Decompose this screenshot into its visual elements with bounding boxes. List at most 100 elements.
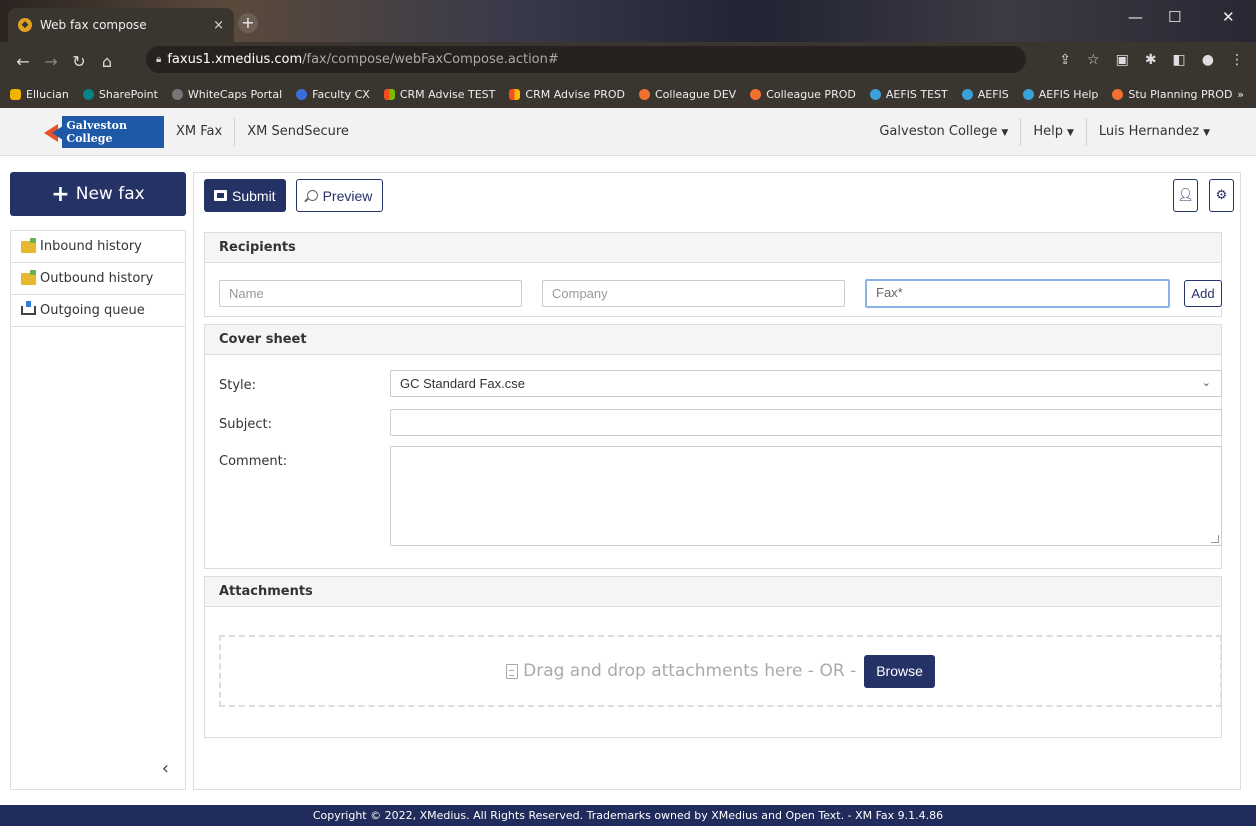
bookmark-sharepoint[interactable]: SharePoint	[82, 88, 158, 101]
galveston-college-logo[interactable]: Galveston College	[44, 115, 164, 148]
colleague-icon	[750, 88, 762, 100]
sidebar-item-outbound-history[interactable]: Outbound history	[11, 263, 185, 295]
aefis-icon	[869, 88, 881, 100]
url-path: /fax/compose/webFaxCompose.action#	[302, 52, 559, 67]
nav-xm-sendsecure[interactable]: XM SendSecure	[235, 118, 361, 146]
bookmark-colleague-prod[interactable]: Colleague PROD	[750, 88, 856, 101]
colleague-icon	[638, 88, 650, 100]
inbox-folder-icon	[21, 237, 36, 253]
submit-fax-icon	[214, 190, 227, 201]
side-panel-icon[interactable]: ◧	[1173, 52, 1186, 68]
browser-address-bar: ← → ↻ ⌂ 🔒︎ faxus1.xmedius.com /fax/compo…	[0, 42, 1256, 80]
document-icon	[506, 663, 519, 679]
new-fax-button[interactable]: + New fax	[10, 172, 186, 216]
sharepoint-icon	[82, 88, 94, 100]
lock-icon: 🔒︎	[156, 54, 162, 65]
profile-avatar-icon[interactable]: ●	[1202, 52, 1214, 68]
logo-text: Galveston College	[62, 115, 164, 148]
recipient-fax-input[interactable]: Fax*	[865, 279, 1170, 308]
colleague-icon	[1112, 88, 1124, 100]
recipient-company-input[interactable]: Company	[542, 280, 845, 307]
extension-icon[interactable]: ▣	[1116, 52, 1129, 68]
submit-button[interactable]: Submit	[204, 179, 286, 212]
more-bookmarks-icon[interactable]: »	[1237, 88, 1244, 101]
bookmarks-bar: Ellucian SharePoint WhiteCaps Portal Fac…	[0, 80, 1256, 108]
dropzone-text: Drag and drop attachments here - OR -	[523, 661, 857, 681]
url-host: faxus1.xmedius.com	[167, 52, 303, 67]
close-tab-icon[interactable]: ×	[213, 18, 224, 33]
browser-tab-title: Web fax compose	[40, 18, 147, 32]
globe-icon	[171, 88, 183, 100]
bookmark-stu-planning-prod[interactable]: Stu Planning PROD	[1112, 88, 1232, 101]
compose-panel: Submit Preview 👤︎ ⚙ Recipients Name Comp…	[193, 172, 1241, 790]
sidebar-item-inbound-history[interactable]: Inbound history	[11, 231, 185, 263]
bookmark-folder-icon	[10, 88, 21, 100]
collapse-sidebar-icon[interactable]: ‹	[162, 758, 169, 779]
address-book-button[interactable]: 👤︎	[1173, 179, 1198, 212]
forward-arrow-icon[interactable]: →	[38, 52, 64, 71]
bookmark-colleague-dev[interactable]: Colleague DEV	[638, 88, 736, 101]
cover-sheet-panel: Cover sheet Style: GC Standard Fax.cse ⌄…	[204, 324, 1222, 569]
caret-down-icon: ▼	[1203, 128, 1210, 138]
contacts-icon: 👤︎	[1177, 188, 1194, 203]
header-nav: XM Fax XM SendSecure	[164, 117, 361, 146]
resize-grip-icon[interactable]	[1211, 535, 1219, 543]
faculty-cx-icon	[296, 88, 308, 100]
back-arrow-icon[interactable]: ←	[10, 52, 36, 71]
outbox-folder-icon	[21, 269, 36, 285]
xmedius-favicon-icon: ◆	[18, 18, 32, 32]
reload-icon[interactable]: ↻	[66, 52, 92, 71]
gear-icon: ⚙	[1215, 188, 1228, 203]
header-right-menu: Galveston College ▼ Help ▼ Luis Hernandez ▼	[867, 118, 1222, 146]
browser-tab[interactable]: ◆ Web fax compose ×	[8, 8, 234, 42]
microsoft-icon	[509, 88, 521, 100]
app-header: Galveston College XM Fax XM SendSecure G…	[0, 108, 1256, 156]
close-window-icon[interactable]: ✕	[1222, 8, 1235, 26]
bookmark-aefis-test[interactable]: AEFIS TEST	[869, 88, 948, 101]
bookmark-whitecaps-portal[interactable]: WhiteCaps Portal	[171, 88, 282, 101]
user-dropdown[interactable]: Luis Hernandez ▼	[1087, 118, 1222, 146]
bookmark-crm-advise-prod[interactable]: CRM Advise PROD	[509, 88, 625, 101]
aefis-icon	[1022, 88, 1034, 100]
minimize-window-icon[interactable]: —	[1128, 8, 1143, 26]
home-icon[interactable]: ⌂	[94, 52, 120, 71]
magnifier-icon	[306, 190, 318, 201]
bookmark-crm-advise-test[interactable]: CRM Advise TEST	[383, 88, 495, 101]
attachments-panel: Attachments Drag and drop attachments he…	[204, 576, 1222, 738]
subject-input[interactable]	[390, 409, 1222, 436]
caret-down-icon: ▼	[1001, 128, 1009, 138]
recipients-heading: Recipients	[205, 233, 1221, 263]
help-dropdown[interactable]: Help ▼	[1021, 118, 1087, 146]
microsoft-icon	[383, 88, 395, 100]
browser-menu-icon[interactable]: ⋮	[1230, 52, 1244, 68]
cover-style-select[interactable]: GC Standard Fax.cse ⌄	[390, 370, 1222, 397]
share-icon[interactable]: ⇪	[1059, 52, 1071, 68]
browse-button[interactable]: Browse	[864, 654, 935, 688]
bookmark-faculty-cx[interactable]: Faculty CX	[296, 88, 370, 101]
bookmark-ellucian[interactable]: Ellucian	[10, 88, 69, 101]
settings-button[interactable]: ⚙	[1209, 179, 1234, 212]
attachment-dropzone[interactable]: Drag and drop attachments here - OR - Br…	[219, 635, 1222, 707]
plus-icon: +	[51, 181, 70, 207]
add-recipient-button[interactable]: Add	[1184, 280, 1222, 307]
bookmark-star-icon[interactable]: ☆	[1087, 52, 1100, 68]
new-tab-button[interactable]: +	[238, 13, 258, 33]
url-field[interactable]: 🔒︎ faxus1.xmedius.com /fax/compose/webFa…	[146, 46, 1026, 73]
compose-toolbar: Submit Preview	[204, 179, 384, 212]
nav-xm-fax[interactable]: XM Fax	[164, 117, 236, 146]
attachments-heading: Attachments	[205, 577, 1221, 607]
sidebar-item-outgoing-queue[interactable]: Outgoing queue	[11, 295, 185, 327]
preview-button[interactable]: Preview	[295, 179, 384, 212]
recipient-name-input[interactable]: Name	[219, 280, 522, 307]
puzzle-extensions-icon[interactable]: ✱	[1145, 52, 1157, 68]
maximize-window-icon[interactable]: ☐	[1168, 8, 1181, 26]
bookmark-aefis-help[interactable]: AEFIS Help	[1022, 88, 1098, 101]
bookmark-aefis[interactable]: AEFIS	[961, 88, 1009, 101]
aefis-icon	[961, 88, 973, 100]
outgoing-tray-icon	[21, 301, 36, 315]
cover-sheet-heading: Cover sheet	[205, 325, 1221, 355]
style-label: Style:	[219, 378, 257, 393]
organization-dropdown[interactable]: Galveston College ▼	[867, 118, 1022, 146]
sidebar: + New fax Inbound history Outbound histo…	[10, 172, 186, 790]
comment-textarea[interactable]	[390, 446, 1222, 546]
